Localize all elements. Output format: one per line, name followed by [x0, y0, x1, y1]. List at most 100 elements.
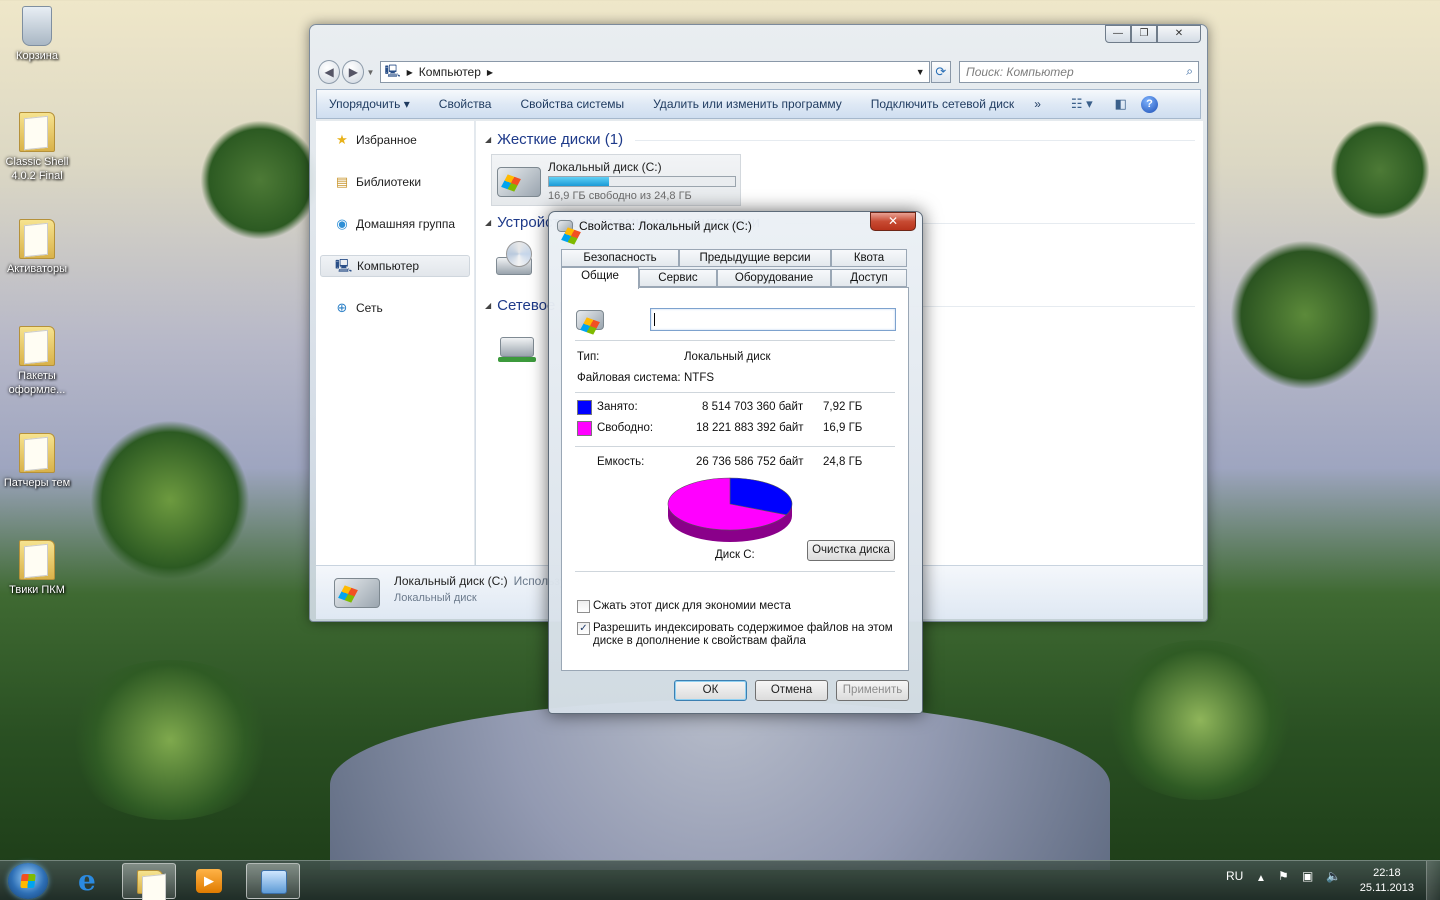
compress-label[interactable]: Сжать этот диск для экономии места — [593, 600, 791, 612]
cancel-button[interactable]: Отмена — [755, 680, 828, 701]
tab-hardware[interactable]: Оборудование — [717, 269, 831, 287]
desktop-icon-activators[interactable]: Активаторы — [2, 219, 72, 276]
index-checkbox[interactable]: ✓ — [577, 622, 590, 635]
computer-icon: 🖳 — [335, 258, 353, 273]
taskbar-internet-explorer[interactable]: e — [64, 863, 118, 899]
show-desktop-button[interactable] — [1426, 861, 1440, 900]
hard-drive-icon — [576, 310, 604, 330]
folder-icon — [19, 540, 55, 580]
folder-icon — [19, 326, 55, 366]
sidebar-item-label: Компьютер — [357, 259, 420, 273]
tab-general[interactable]: Общие — [561, 267, 639, 289]
apply-button[interactable]: Применить — [836, 680, 909, 701]
properties-button[interactable]: Свойства — [439, 97, 492, 111]
sidebar-item-network[interactable]: ⊕ Сеть — [320, 297, 470, 319]
network-status-icon[interactable]: ▣ — [1302, 869, 1313, 883]
capacity-bytes: 26 736 586 752 байт — [696, 456, 804, 468]
tab-sharing[interactable]: Доступ — [831, 269, 907, 287]
properties-dialog[interactable]: Свойства: Локальный диск (C:) ✕ Безопасн… — [548, 211, 923, 714]
star-icon: ★ — [336, 132, 348, 147]
address-bar[interactable]: 🖳 ▶ Компьютер ▶ ▼ — [379, 61, 930, 83]
sidebar-item-computer[interactable]: 🖳 Компьютер — [320, 255, 470, 277]
minimize-button[interactable]: — — [1105, 25, 1131, 43]
recent-pages-dropdown[interactable]: ▼ — [366, 68, 375, 77]
used-label: Занято: — [597, 401, 638, 413]
separator — [575, 340, 895, 341]
show-hidden-icons[interactable]: ▲ — [1256, 873, 1266, 884]
tab-tools[interactable]: Сервис — [639, 269, 717, 287]
volume-name-input[interactable] — [650, 308, 896, 331]
map-network-drive-button[interactable]: Подключить сетевой диск — [871, 97, 1014, 111]
pie-chart-svg — [667, 477, 793, 542]
language-indicator[interactable]: RU — [1226, 869, 1243, 883]
refresh-button[interactable]: ⟳ — [930, 61, 951, 83]
network-drive-icon[interactable] — [498, 331, 538, 369]
breadcrumb-computer[interactable]: Компьютер — [419, 65, 481, 79]
breadcrumb-separator-icon[interactable]: ▶ — [487, 68, 493, 77]
desktop-icon-label: Корзина — [16, 50, 58, 62]
start-button[interactable] — [8, 863, 48, 899]
desktop-icon-classic-shell[interactable]: Classic Shell 4.0.2 Final — [2, 112, 72, 183]
sidebar-item-label: Библиотеки — [356, 175, 422, 189]
preview-pane-icon[interactable]: ◧ — [1115, 96, 1127, 112]
folder-icon — [19, 433, 55, 473]
sidebar-item-favorites[interactable]: ★ Избранное — [320, 129, 470, 151]
media-player-icon: ▶ — [196, 869, 222, 893]
tab-quota[interactable]: Квота — [831, 249, 907, 267]
tab-previous-versions[interactable]: Предыдущие версии — [679, 249, 831, 267]
taskbar-media-player[interactable]: ▶ — [182, 863, 236, 899]
group-hard-drives[interactable]: ◢ Жесткие диски (1) — [485, 131, 1195, 148]
desktop-icon-context-tweaks[interactable]: Твики ПКМ — [2, 540, 72, 597]
tab-security[interactable]: Безопасность — [561, 249, 679, 267]
separator — [575, 571, 895, 572]
sidebar-item-libraries[interactable]: ▤ Библиотеки — [320, 171, 470, 193]
taskbar-control-panel[interactable] — [246, 863, 300, 899]
organize-label: Упорядочить — [329, 97, 401, 111]
search-input[interactable]: Поиск: Компьютер ⌕ — [959, 61, 1199, 83]
hard-drive-icon — [334, 578, 380, 608]
drive-c-tile[interactable]: Локальный диск (C:) 16,9 ГБ свободно из … — [491, 154, 741, 206]
close-button[interactable]: ✕ — [1157, 25, 1201, 43]
sidebar-item-label: Домашняя группа — [356, 217, 456, 231]
sidebar-item-homegroup[interactable]: ◉ Домашняя группа — [320, 213, 470, 235]
taskbar-explorer[interactable] — [122, 863, 176, 899]
view-options-icon[interactable]: ☷ ▾ — [1071, 96, 1093, 112]
taskbar: e ▶ RU ▲ ⚑ ▣ 🔈 22:18 25.11.2013 — [0, 860, 1440, 900]
used-bytes: 8 514 703 360 байт — [702, 401, 804, 413]
index-label[interactable]: Разрешить индексировать содержимое файло… — [593, 622, 893, 648]
compress-checkbox[interactable] — [577, 600, 590, 613]
dvd-drive-icon[interactable] — [494, 239, 534, 283]
help-icon[interactable]: ? — [1140, 95, 1158, 113]
clock[interactable]: 22:18 25.11.2013 — [1360, 866, 1414, 896]
wallpaper-flower — [1230, 240, 1380, 390]
clock-time: 22:18 — [1373, 867, 1401, 879]
desktop-icon-recycle-bin[interactable]: Корзина — [2, 6, 72, 63]
wallpaper-flower — [90, 420, 250, 580]
search-icon[interactable]: ⌕ — [1186, 64, 1193, 79]
uninstall-program-button[interactable]: Удалить или изменить программу — [653, 97, 842, 111]
collapse-icon[interactable]: ◢ — [485, 218, 491, 227]
wallpaper-flower — [60, 660, 280, 820]
collapse-icon[interactable]: ◢ — [485, 301, 491, 310]
library-icon: ▤ — [335, 174, 349, 189]
ok-button[interactable]: ОК — [674, 680, 747, 701]
desktop-icon-theme-patchers[interactable]: Патчеры тем — [2, 433, 72, 490]
sidebar-item-label: Сеть — [356, 301, 383, 315]
explorer-folder-icon — [137, 870, 163, 894]
free-color-swatch — [577, 421, 592, 436]
action-center-flag-icon[interactable]: ⚑ — [1278, 869, 1289, 883]
forward-button[interactable]: ▶ — [342, 60, 365, 84]
dialog-close-button[interactable]: ✕ — [870, 212, 916, 231]
desktop-icon-theme-packs[interactable]: Пакеты оформле... — [2, 326, 72, 397]
back-button[interactable]: ◀ — [318, 60, 341, 84]
breadcrumb-separator-icon[interactable]: ▶ — [407, 68, 413, 77]
dialog-title-text: Свойства: Локальный диск (C:) — [579, 219, 752, 233]
system-properties-button[interactable]: Свойства системы — [520, 97, 624, 111]
maximize-button[interactable]: ❐ — [1131, 25, 1157, 43]
more-commands-button[interactable]: » — [1034, 97, 1041, 111]
collapse-icon[interactable]: ◢ — [485, 135, 491, 144]
volume-icon[interactable]: 🔈 — [1326, 869, 1341, 883]
disk-cleanup-button[interactable]: Очистка диска — [807, 540, 895, 561]
address-dropdown-icon[interactable]: ▼ — [916, 67, 925, 77]
organize-button[interactable]: Упорядочить ▾ — [329, 97, 410, 111]
